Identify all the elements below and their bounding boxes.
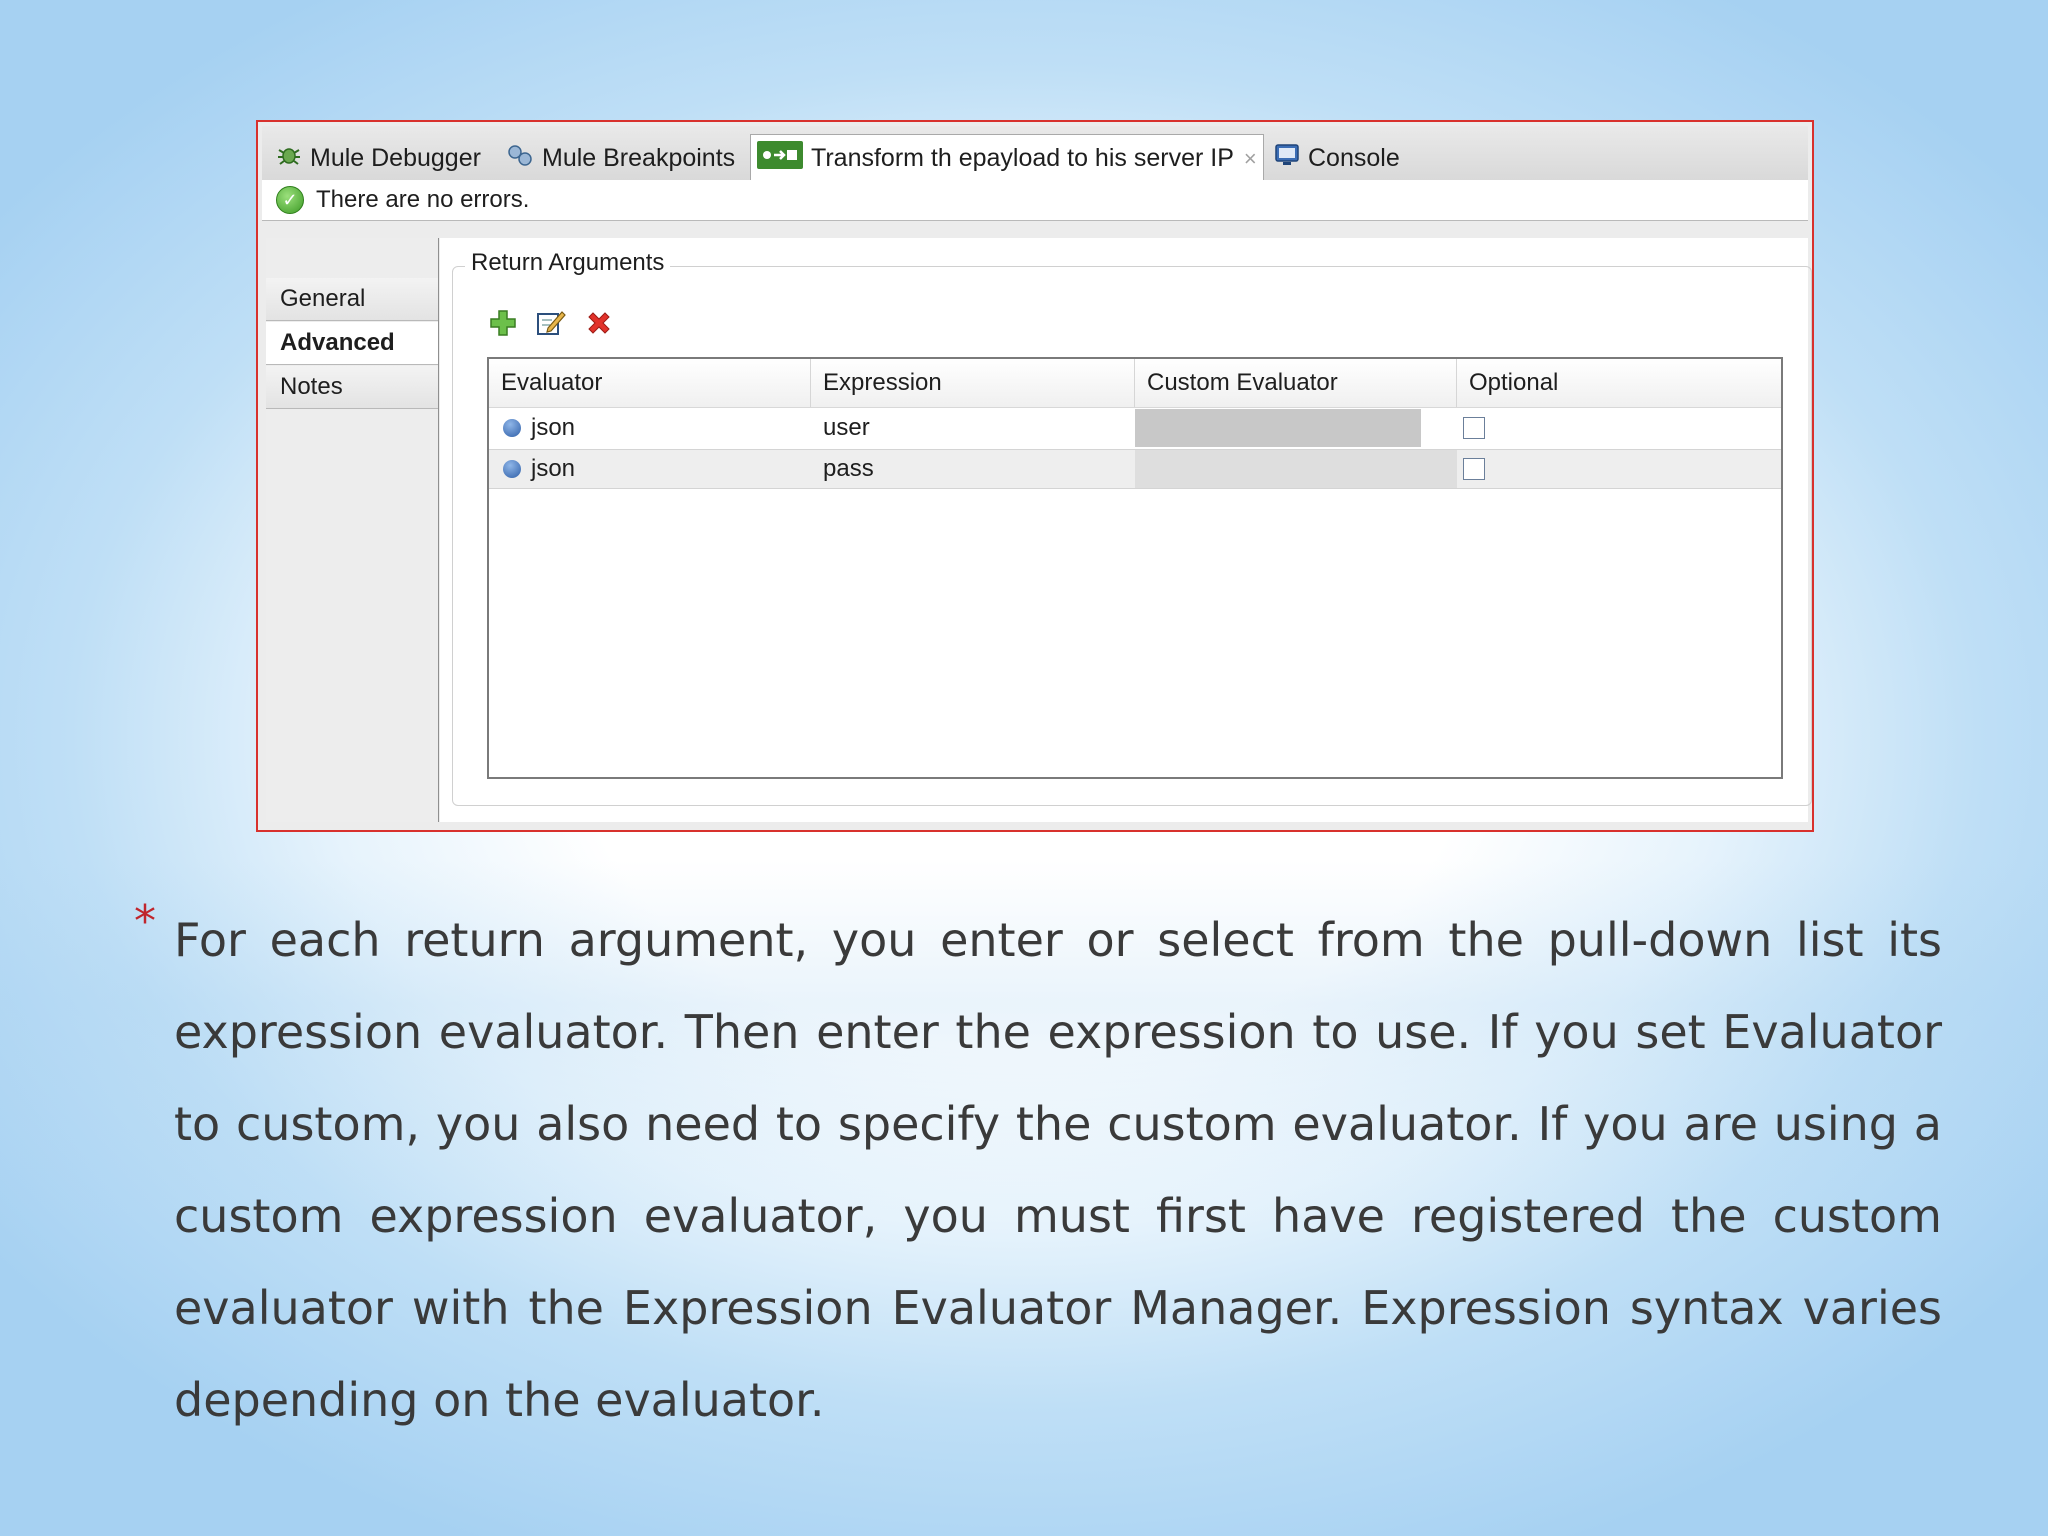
- tab-label: Mule Debugger: [310, 143, 481, 172]
- transformer-icon: [757, 141, 803, 176]
- bug-icon: [276, 142, 302, 175]
- section-tab-notes[interactable]: Notes: [266, 366, 438, 409]
- section-tab-label: Notes: [280, 373, 343, 400]
- group-title: Return Arguments: [465, 249, 671, 277]
- evaluator-icon: [503, 460, 521, 478]
- tab-mule-debugger[interactable]: Mule Debugger: [276, 136, 481, 180]
- table-row[interactable]: json user: [489, 409, 1781, 447]
- console-icon: [1274, 142, 1300, 175]
- tab-mule-breakpoints[interactable]: Mule Breakpoints: [506, 136, 735, 180]
- optional-cell: [1457, 409, 1781, 447]
- tab-console[interactable]: Console: [1274, 136, 1400, 180]
- add-button[interactable]: [487, 309, 519, 341]
- argument-toolbar: [487, 309, 615, 341]
- close-icon[interactable]: ×: [1244, 146, 1257, 172]
- expression-cell[interactable]: user: [811, 409, 1135, 447]
- evaluator-icon: [503, 419, 521, 437]
- view-tab-bar: Mule Debugger Mule Breakpoints Transform…: [262, 126, 1808, 182]
- evaluator-cell[interactable]: json: [489, 409, 811, 447]
- edit-button[interactable]: [535, 309, 567, 341]
- optional-cell: [1457, 450, 1781, 488]
- custom-evaluator-cell: [1135, 409, 1421, 447]
- table-row[interactable]: json pass: [489, 449, 1781, 489]
- section-tab-label: Advanced: [280, 329, 395, 356]
- tab-label: Console: [1308, 143, 1400, 172]
- delete-button[interactable]: [583, 309, 615, 341]
- optional-checkbox[interactable]: [1463, 458, 1485, 480]
- table-header: Evaluator Expression Custom Evaluator Op…: [489, 359, 1781, 408]
- expression-value: user: [823, 414, 870, 441]
- evaluator-value: json: [531, 455, 576, 482]
- section-tab-general[interactable]: General: [266, 278, 438, 321]
- edit-icon: [536, 308, 566, 342]
- expression-cell[interactable]: pass: [811, 450, 1135, 488]
- screenshot-frame: Mule Debugger Mule Breakpoints Transform…: [256, 120, 1814, 832]
- column-header-expression[interactable]: Expression: [811, 359, 1135, 407]
- tab-label: Transform th epayload to his server IP: [811, 144, 1234, 172]
- status-message: There are no errors.: [316, 186, 530, 213]
- evaluator-value: json: [531, 414, 576, 441]
- expression-value: pass: [823, 455, 874, 482]
- section-tab-label: General: [280, 285, 366, 312]
- column-header-custom-evaluator[interactable]: Custom Evaluator: [1135, 359, 1457, 407]
- section-tabs: General Advanced Notes: [266, 238, 439, 822]
- return-arguments-group: Return Arguments Evaluator Expression Cu…: [452, 249, 1812, 806]
- add-icon: [489, 309, 517, 341]
- breakpoints-icon: [506, 142, 534, 175]
- delete-icon: [585, 309, 613, 341]
- properties-content: Return Arguments Evaluator Expression Cu…: [440, 238, 1812, 822]
- caption-paragraph: For each return argument, you enter or s…: [174, 913, 1942, 1427]
- error-status-bar: ✓ There are no errors.: [262, 180, 1808, 221]
- tab-label: Mule Breakpoints: [542, 143, 736, 172]
- optional-checkbox[interactable]: [1463, 417, 1485, 439]
- check-icon: ✓: [276, 186, 304, 214]
- custom-evaluator-cell: [1135, 450, 1457, 488]
- bullet-marker: *: [134, 896, 156, 947]
- column-header-optional[interactable]: Optional: [1457, 359, 1781, 407]
- column-header-evaluator[interactable]: Evaluator: [489, 359, 811, 407]
- return-arguments-table: Evaluator Expression Custom Evaluator Op…: [487, 357, 1783, 779]
- evaluator-cell[interactable]: json: [489, 450, 811, 488]
- tab-transform-payload[interactable]: Transform th epayload to his server IP ×: [750, 134, 1264, 182]
- section-tab-advanced[interactable]: Advanced: [266, 322, 438, 365]
